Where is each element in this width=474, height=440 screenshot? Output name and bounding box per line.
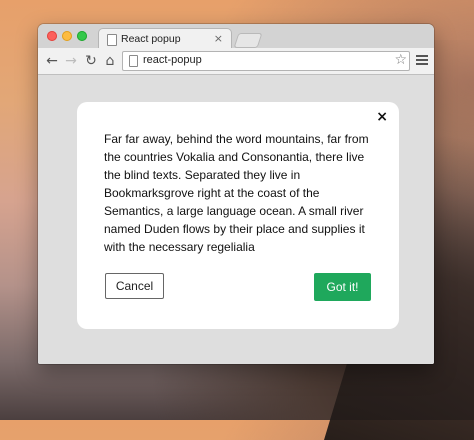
bookmark-star-icon[interactable]: ☆ <box>394 52 407 68</box>
tab-react-popup[interactable]: React popup × <box>98 28 232 50</box>
home-icon[interactable]: ⌂ <box>101 52 119 70</box>
page-content: × Far far away, behind the word mountain… <box>38 75 434 364</box>
popup-dialog: × Far far away, behind the word mountain… <box>77 102 399 329</box>
browser-window: React popup × ← → ↻ ⌂ react-popup ☆ × Fa… <box>38 24 434 364</box>
browser-toolbar: ← → ↻ ⌂ react-popup ☆ <box>38 48 434 75</box>
popup-close-icon[interactable]: × <box>376 109 388 125</box>
minimize-window-button[interactable] <box>62 31 72 41</box>
address-bar[interactable]: react-popup ☆ <box>122 51 410 71</box>
tab-strip: React popup × <box>38 24 434 50</box>
address-bar-url: react-popup <box>143 54 202 66</box>
page-icon <box>129 55 138 67</box>
zoom-window-button[interactable] <box>77 31 87 41</box>
forward-arrow-icon[interactable]: → <box>62 52 80 70</box>
tab-close-icon[interactable]: × <box>214 32 223 45</box>
hamburger-menu-icon[interactable] <box>416 55 428 67</box>
popup-body-text: Far far away, behind the word mountains,… <box>104 132 369 254</box>
reload-icon[interactable]: ↻ <box>82 52 100 70</box>
new-tab-button[interactable] <box>233 33 263 48</box>
got-it-button[interactable]: Got it! <box>314 273 371 301</box>
page-icon <box>107 34 117 46</box>
back-arrow-icon[interactable]: ← <box>43 52 61 70</box>
tab-title: React popup <box>121 33 181 45</box>
close-window-button[interactable] <box>47 31 57 41</box>
cancel-button[interactable]: Cancel <box>105 273 164 299</box>
